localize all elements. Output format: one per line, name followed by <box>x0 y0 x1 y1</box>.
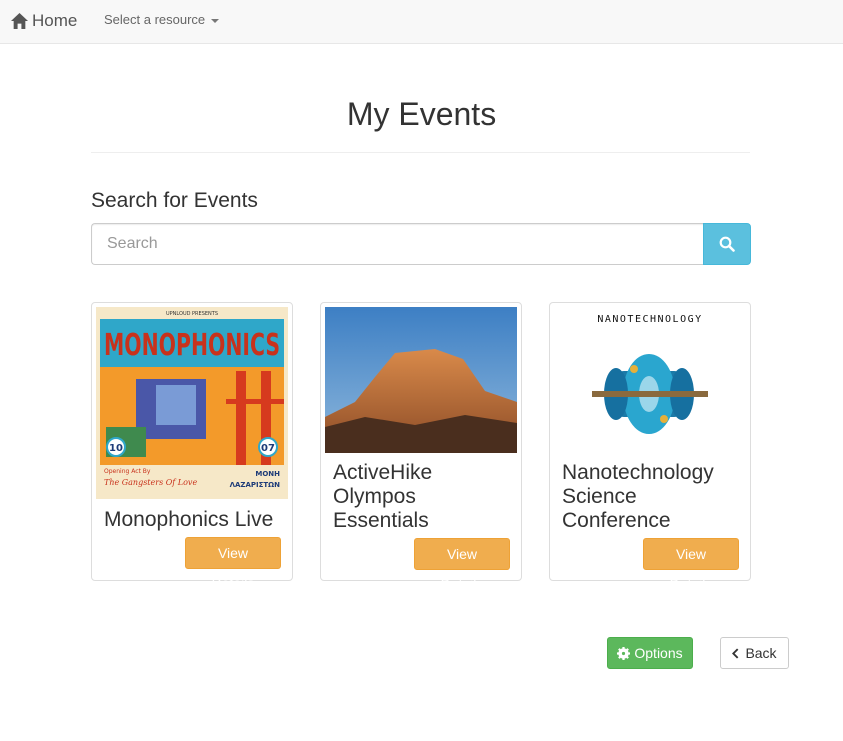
home-link[interactable]: Home <box>11 10 77 32</box>
event-card: NANOTECHNOLOGY Nanotechnology Science Co… <box>549 302 751 592</box>
title-divider <box>91 152 750 153</box>
nanotech-image-label: NANOTECHNOLOGY <box>597 314 702 325</box>
poster-top-text: UPNLOUD PRESENTS <box>166 311 218 317</box>
top-navbar: Home Select a resource <box>0 0 843 44</box>
poster-venue-line2: ΛΑΖΑΡΙΣΤΩΝ <box>230 481 281 489</box>
home-label: Home <box>32 11 78 30</box>
event-title: Monophonics Live <box>104 508 274 531</box>
poster-venue-line1: ΜΟΝΗ <box>255 470 280 478</box>
home-icon <box>11 13 28 29</box>
chevron-left-icon <box>732 647 739 659</box>
search-icon <box>719 236 735 252</box>
search-input[interactable] <box>91 223 704 265</box>
search-heading: Search for Events <box>91 189 258 212</box>
page-title: My Events <box>346 96 497 132</box>
event-title: ActiveHike Olympos Essentials <box>333 461 433 532</box>
event-card: ActiveHike Olympos Essentials View Detai… <box>320 302 522 592</box>
resource-dropdown[interactable]: Select a resource <box>104 12 220 27</box>
poster-support-act: The Gangsters Of Love <box>104 478 197 487</box>
gear-icon <box>617 646 631 660</box>
poster-opening-text: Opening Act By <box>104 468 151 475</box>
view-details-button[interactable]: View Details <box>643 538 739 592</box>
view-details-button[interactable]: View Details <box>185 537 281 591</box>
options-button[interactable]: Options <box>607 637 693 669</box>
poster-date-right: 07 <box>261 443 275 454</box>
poster-band-name: MONOPHONICS <box>104 328 280 363</box>
resource-dropdown-label: Select a resource <box>104 12 206 27</box>
back-label: Back <box>745 645 777 661</box>
chevron-down-icon <box>211 18 220 23</box>
poster-date-left: 10 <box>109 443 123 454</box>
back-button[interactable]: Back <box>720 637 789 669</box>
event-poster-image[interactable]: UPNLOUD PRESENTS MONOPHONICS 10 07 Openi… <box>96 307 288 499</box>
event-card: UPNLOUD PRESENTS MONOPHONICS 10 07 Openi… <box>91 302 293 591</box>
view-details-button[interactable]: View Details <box>414 538 510 592</box>
event-title: Nanotechnology Science Conference <box>562 461 714 532</box>
event-illustration-image[interactable]: NANOTECHNOLOGY <box>554 307 746 453</box>
options-label: Options <box>634 645 683 661</box>
search-button[interactable] <box>703 223 751 265</box>
search-group <box>91 223 751 265</box>
event-photo-image[interactable] <box>325 307 517 453</box>
